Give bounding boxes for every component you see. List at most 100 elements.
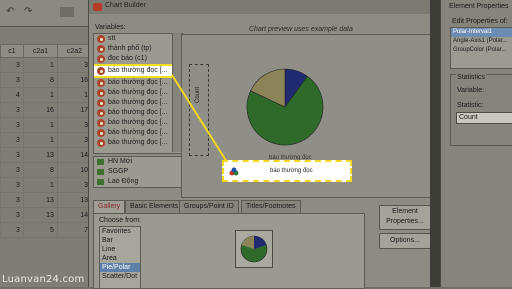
chart-type-item[interactable]: Line: [100, 245, 140, 254]
table-cell[interactable]: 3: [0, 192, 24, 208]
table-cell[interactable]: 16: [56, 72, 92, 88]
table-cell[interactable]: 3: [0, 222, 24, 238]
table-cell[interactable]: 1: [22, 177, 58, 193]
table-cell[interactable]: 3: [56, 117, 92, 133]
variable-item[interactable]: báo thường đọc [...: [94, 108, 182, 118]
table-cell[interactable]: 3: [0, 147, 24, 163]
variable-item[interactable]: báo thường đọc [...: [94, 64, 182, 78]
chart-type-item[interactable]: Area: [100, 254, 140, 263]
property-item[interactable]: Angle-Axis1 (Polar...: [451, 37, 512, 46]
statistics-header: Statistics: [456, 74, 487, 81]
variable-label: báo thường đọc [...: [108, 89, 168, 96]
pie-gallery-thumbnail[interactable]: [235, 230, 273, 268]
table-cell[interactable]: 3: [0, 72, 24, 88]
table-cell[interactable]: 16: [22, 102, 58, 118]
table-cell[interactable]: 3: [0, 207, 24, 223]
preview-label: Chart preview uses example data: [249, 26, 353, 33]
variable-item[interactable]: báo thường đọc [...: [94, 78, 182, 88]
variable-item[interactable]: báo thường đọc [...: [94, 88, 182, 98]
table-cell[interactable]: 1: [22, 132, 58, 148]
table-cell[interactable]: 13: [22, 207, 58, 223]
category-icon: [97, 169, 104, 175]
table-cell[interactable]: 1: [56, 87, 92, 103]
data-editor-toolbar: ↶ ↷: [0, 0, 92, 27]
table-cell[interactable]: 14: [56, 207, 92, 223]
variable-item[interactable]: báo thường đọc [...: [94, 128, 182, 138]
table-cell[interactable]: 7: [56, 222, 92, 238]
column-header[interactable]: c1: [0, 44, 24, 58]
variable-item[interactable]: stt: [94, 34, 182, 44]
variable-categories-list[interactable]: HN Mới SGGP Lao Động: [93, 156, 183, 188]
table-row: 357: [0, 222, 92, 238]
column-header[interactable]: c2a2: [56, 44, 92, 58]
statistic-select[interactable]: Count: [456, 112, 512, 124]
table-cell[interactable]: 3: [0, 102, 24, 118]
table-cell[interactable]: 10: [56, 162, 92, 178]
options-button[interactable]: Options...: [379, 233, 431, 249]
variable-label: báo thường đọc [...: [108, 109, 168, 116]
table-row: 3 8 16: [0, 72, 92, 88]
table-cell[interactable]: 3: [56, 57, 92, 73]
table-cell[interactable]: 8: [22, 72, 58, 88]
variable-item[interactable]: đọc báo (c1): [94, 54, 182, 64]
tab-titles-footnotes[interactable]: Titles/Footnotes: [241, 200, 301, 213]
chart-type-item[interactable]: Scatter/Dot: [100, 272, 140, 281]
table-cell[interactable]: 3: [56, 132, 92, 148]
table-row: 3 8 10: [0, 162, 92, 178]
tab-gallery[interactable]: Gallery: [93, 200, 126, 213]
variables-scrollbar[interactable]: [172, 33, 181, 152]
table-cell[interactable]: 3: [0, 57, 24, 73]
dragged-variable-box[interactable]: báo thường đọc: [222, 160, 352, 182]
table-cell[interactable]: 8: [22, 162, 58, 178]
variable-item[interactable]: báo thường đọc [...: [94, 138, 182, 148]
table-cell[interactable]: 3: [0, 132, 24, 148]
chart-builder-dialog: Chart Builder Variables: stt thành phố (t…: [88, 0, 437, 289]
table-cell[interactable]: 13: [22, 192, 58, 208]
variables-list[interactable]: stt thành phố (tp) đọc báo (c1) báo thường …: [93, 33, 183, 154]
table-cell[interactable]: 1: [22, 117, 58, 133]
table-cell[interactable]: 1: [22, 87, 58, 103]
y-axis-drop-zone[interactable]: Count: [189, 64, 209, 156]
variable-item[interactable]: báo thường đọc [...: [94, 98, 182, 108]
category-item[interactable]: HN Mới: [94, 157, 182, 167]
table-cell[interactable]: 3: [0, 162, 24, 178]
redo-icon[interactable]: ↷: [24, 7, 36, 17]
chart-type-list[interactable]: Favorites Bar Line Area Pie/Polar Scatter/Dot: [99, 226, 141, 289]
chart-type-item[interactable]: Pie/Polar: [100, 263, 140, 272]
category-item[interactable]: SGGP: [94, 167, 182, 177]
variable-label: báo thường đọc [...: [108, 129, 168, 136]
variable-icon: [97, 89, 105, 97]
table-cell[interactable]: 17: [56, 102, 92, 118]
table-cell[interactable]: 1: [22, 57, 58, 73]
variable-icon: [97, 35, 105, 43]
table-cell[interactable]: 5: [22, 222, 58, 238]
table-cell[interactable]: 4: [0, 87, 24, 103]
column-header[interactable]: c2a1: [22, 44, 58, 58]
variable-item[interactable]: thành phố (tp): [94, 44, 182, 54]
variable-label: báo thường đọc [...: [108, 119, 168, 126]
watermark: Luanvan24.com: [2, 274, 85, 285]
dragged-variable-label: báo thường đọc: [270, 168, 313, 174]
chart-type-item[interactable]: Favorites: [100, 227, 140, 236]
element-properties-button[interactable]: Element Properties...: [379, 205, 431, 230]
table-cell[interactable]: 13: [22, 147, 58, 163]
table-row: 313: [0, 132, 92, 148]
table-cell[interactable]: 13: [56, 192, 92, 208]
category-item[interactable]: Lao Động: [94, 177, 182, 187]
table-cell[interactable]: 3: [56, 177, 92, 193]
variable-icon: [97, 99, 105, 107]
table-cell[interactable]: 14: [56, 147, 92, 163]
table-cell[interactable]: 3: [0, 177, 24, 193]
go-to-icon[interactable]: [60, 7, 74, 17]
category-icon: [97, 159, 104, 165]
property-item[interactable]: GroupColor (Polar...: [451, 46, 512, 55]
property-item[interactable]: Polar-Interval1: [451, 28, 512, 37]
undo-icon[interactable]: ↶: [6, 7, 18, 17]
properties-list[interactable]: Polar-Interval1 Angle-Axis1 (Polar... Grou…: [450, 27, 512, 69]
chart-type-item[interactable]: Bar: [100, 236, 140, 245]
table-cell[interactable]: 3: [0, 117, 24, 133]
tab-basic-elements[interactable]: Basic Elements: [125, 200, 184, 213]
tab-groups-point-id[interactable]: Groups/Point ID: [179, 200, 239, 213]
variable-icon: [97, 67, 105, 75]
variable-item[interactable]: báo thường đọc [...: [94, 118, 182, 128]
